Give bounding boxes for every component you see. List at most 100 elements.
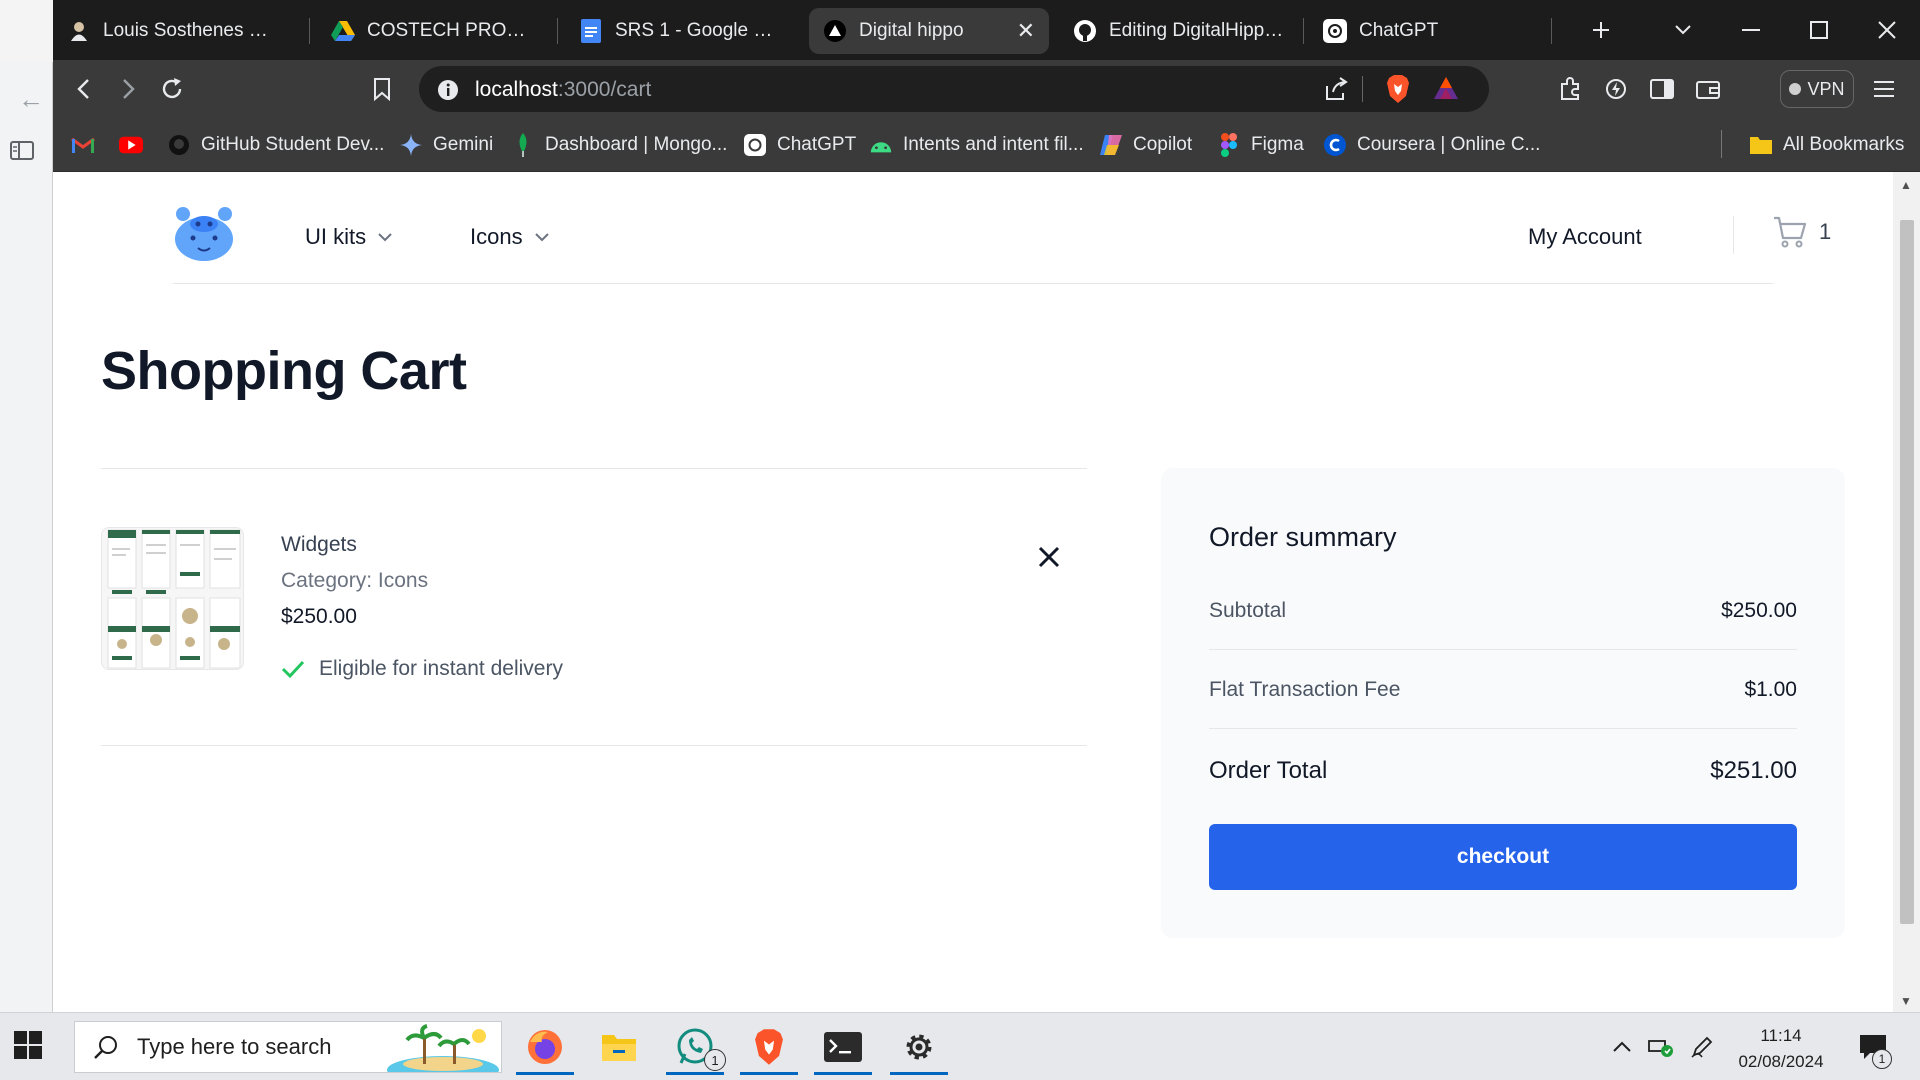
window-close-icon[interactable]	[1865, 10, 1909, 50]
bookmark-youtube[interactable]	[119, 130, 153, 160]
windows-start-icon[interactable]	[14, 1031, 44, 1061]
wallet-icon[interactable]	[1691, 72, 1725, 106]
bookmark-android-intents[interactable]: Intents and intent fil...	[869, 130, 1084, 160]
taskbar-search-box[interactable]: Type here to search	[74, 1021, 502, 1073]
minimize-icon[interactable]	[1729, 10, 1773, 50]
bookmark-mongodb[interactable]: Dashboard | Mongo...	[511, 130, 727, 160]
checkout-button[interactable]: checkout	[1209, 824, 1797, 890]
notification-center[interactable]: 1	[1858, 1013, 1892, 1080]
nav-divider	[1733, 216, 1734, 254]
tab-digital-hippo[interactable]: Digital hippo ✕	[809, 8, 1049, 54]
page-scrollbar[interactable]: ▲ ▼	[1893, 172, 1920, 1012]
page-viewport: UI kits Icons My Account 1 Shopping Cart…	[53, 172, 1893, 1012]
cart-items-list: Widgets Category: Icons $250.00 Eligible…	[101, 468, 1087, 746]
all-bookmarks[interactable]: All Bookmarks	[1749, 130, 1904, 160]
leo-ai-icon[interactable]	[1599, 72, 1633, 106]
windows-taskbar: Type here to search 1 11:14 02/08/2024 1	[0, 1012, 1920, 1080]
taskbar-whatsapp[interactable]: 1	[660, 1019, 730, 1075]
nav-ui-kits[interactable]: UI kits	[305, 224, 392, 250]
tab-srs-docs[interactable]: SRS 1 - Google Docs	[565, 8, 795, 54]
figma-icon	[1217, 133, 1241, 157]
bookmark-label: ChatGPT	[777, 134, 857, 155]
tab-label: Louis Sosthenes Kony	[103, 20, 279, 41]
forward-icon[interactable]	[111, 72, 145, 106]
bookmark-github-student[interactable]: GitHub Student Dev...	[167, 130, 384, 160]
product-thumbnail[interactable]	[101, 527, 244, 670]
vpn-button[interactable]: VPN	[1780, 70, 1854, 108]
my-account-link[interactable]: My Account	[1528, 224, 1642, 250]
remove-item-button[interactable]	[1038, 546, 1068, 576]
folder-icon	[1749, 133, 1773, 157]
maximize-icon[interactable]	[1797, 10, 1841, 50]
brave-shields-icon[interactable]	[1385, 74, 1411, 104]
brave-rewards-icon[interactable]	[1433, 76, 1459, 100]
menu-icon[interactable]	[1867, 72, 1901, 106]
fee-row: Flat Transaction Fee $1.00	[1209, 678, 1797, 702]
close-tab-icon[interactable]: ✕	[1009, 18, 1035, 44]
tab-louis[interactable]: Louis Sosthenes Kony	[53, 8, 293, 54]
extensions-icon[interactable]	[1553, 72, 1587, 106]
bookmark-gmail[interactable]	[71, 130, 105, 160]
tab-costech[interactable]: COSTECH PROJECT1 2	[317, 8, 547, 54]
bookmark-page-icon[interactable]	[365, 72, 399, 106]
pen-menu[interactable]	[1690, 1013, 1714, 1080]
back-icon[interactable]	[67, 72, 101, 106]
subtotal-label: Subtotal	[1209, 599, 1287, 622]
search-highlight-island-icon	[383, 1024, 501, 1072]
tab-label: SRS 1 - Google Docs	[615, 20, 781, 41]
new-tab-icon[interactable]	[1579, 10, 1623, 50]
bookmark-figma[interactable]: Figma	[1217, 130, 1304, 160]
item-price: $250.00	[281, 605, 357, 628]
taskbar-terminal[interactable]	[808, 1019, 878, 1075]
tab-chatgpt[interactable]: ChatGPT	[1309, 8, 1539, 54]
android-icon	[869, 133, 893, 157]
scrollbar-thumb[interactable]	[1900, 220, 1914, 924]
show-hidden-icons[interactable]	[1612, 1013, 1632, 1080]
scroll-down-icon[interactable]: ▼	[1900, 994, 1912, 1008]
address-bar[interactable]: localhost:3000/cart	[419, 66, 1489, 112]
tab-github-editing[interactable]: Editing DigitalHippo/R	[1059, 8, 1299, 54]
taskbar-firefox[interactable]	[510, 1019, 580, 1075]
sidebar-icon[interactable]	[1645, 72, 1679, 106]
tab-search-chevron-icon[interactable]	[1661, 10, 1705, 50]
summary-divider	[1209, 649, 1797, 650]
search-placeholder: Type here to search	[137, 1034, 332, 1059]
tab-separator	[1303, 18, 1304, 44]
site-info-icon[interactable]	[437, 79, 459, 101]
battery-charging-icon	[1648, 1036, 1674, 1058]
cart-count: 1	[1819, 219, 1832, 244]
taskbar-clock[interactable]: 11:14 02/08/2024	[1726, 1023, 1836, 1075]
bookmarks-separator	[1721, 130, 1722, 158]
shopping-cart-icon	[1773, 216, 1807, 248]
subtotal-row: Subtotal $250.00	[1209, 599, 1797, 623]
google-drive-icon	[331, 19, 355, 43]
tab-label: COSTECH PROJECT1 2	[367, 20, 533, 41]
share-icon[interactable]	[1323, 76, 1349, 102]
chatgpt-icon	[1323, 19, 1347, 43]
scroll-up-icon[interactable]: ▲	[1900, 178, 1912, 192]
cart-button[interactable]: 1	[1773, 216, 1831, 248]
taskbar-settings[interactable]	[884, 1019, 954, 1075]
folder-icon	[601, 1032, 637, 1062]
battery-status[interactable]	[1648, 1013, 1674, 1080]
nav-icons[interactable]: Icons	[470, 224, 549, 250]
order-summary-panel: Order summary Subtotal $250.00 Flat Tran…	[1161, 468, 1845, 938]
chevron-down-icon	[378, 232, 392, 242]
bookmark-copilot[interactable]: Copilot	[1099, 130, 1192, 160]
bookmark-label: Dashboard | Mongo...	[545, 134, 728, 155]
taskbar-brave[interactable]	[734, 1019, 804, 1075]
search-icon	[93, 1034, 119, 1060]
bookmark-gemini[interactable]: Gemini	[399, 130, 493, 160]
url-text[interactable]: localhost:3000/cart	[475, 78, 651, 102]
notification-badge: 1	[1872, 1049, 1892, 1069]
back-arrow-icon: ←	[18, 84, 44, 114]
running-indicator	[516, 1072, 574, 1075]
bookmark-chatgpt[interactable]: ChatGPT	[743, 130, 856, 160]
hippo-logo-icon[interactable]	[173, 206, 235, 262]
bookmark-label: GitHub Student Dev...	[201, 134, 385, 155]
taskbar-file-explorer[interactable]	[584, 1019, 654, 1075]
item-name[interactable]: Widgets	[281, 533, 357, 557]
bookmark-coursera[interactable]: Coursera | Online C...	[1323, 130, 1540, 160]
reload-icon[interactable]	[155, 72, 189, 106]
terminal-icon	[824, 1032, 862, 1062]
